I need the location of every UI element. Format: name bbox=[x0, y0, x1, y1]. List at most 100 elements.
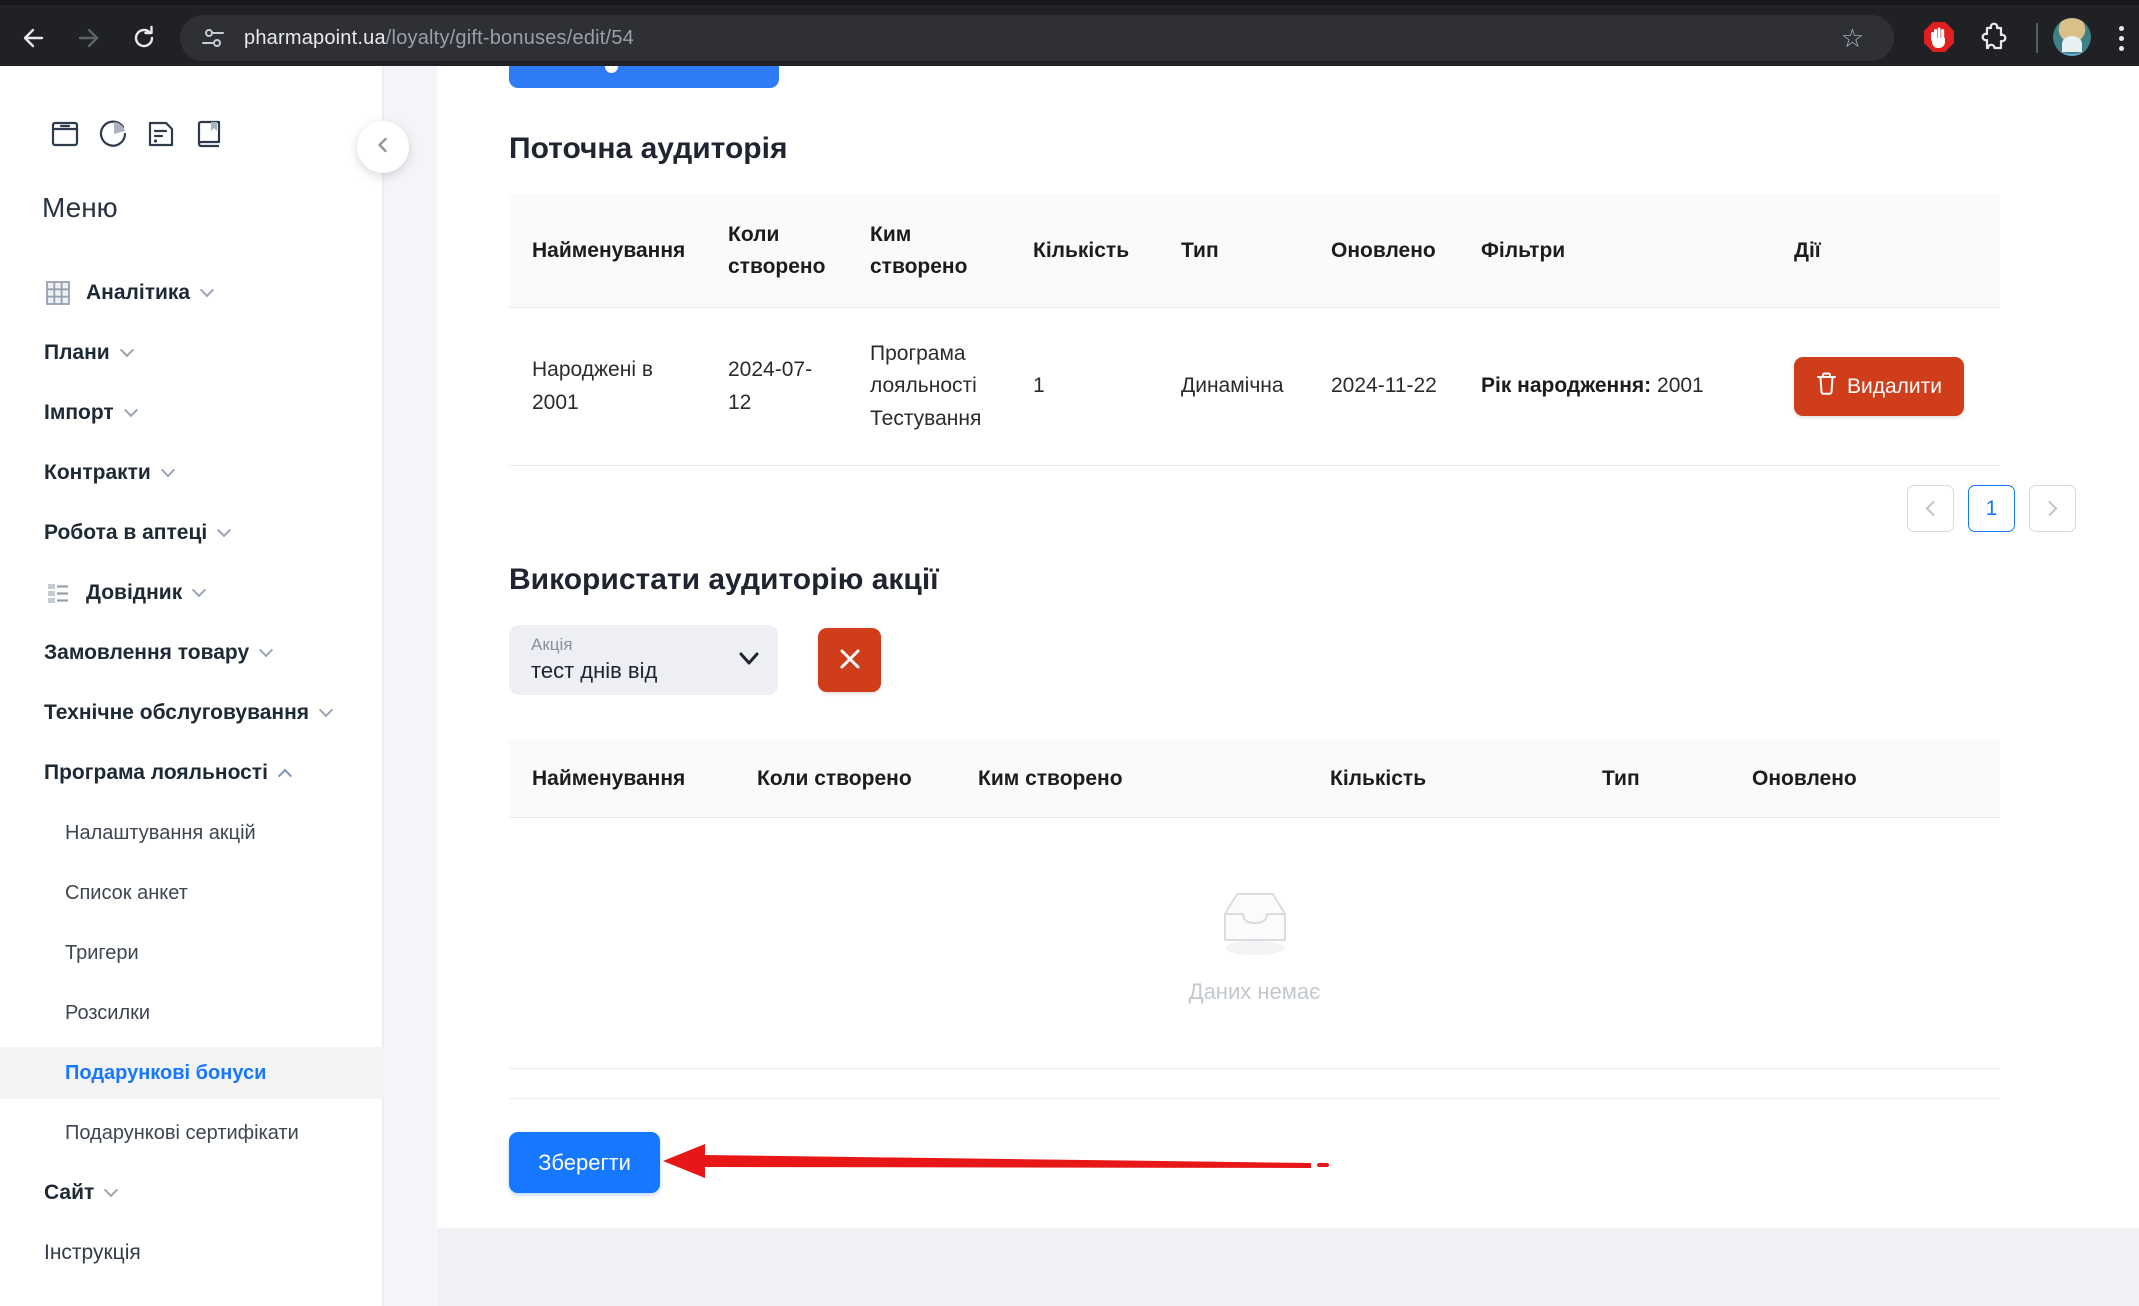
cell-created: 2024-07-12 bbox=[705, 354, 847, 419]
sidebar-gutter bbox=[384, 66, 437, 1306]
kebab-menu-icon[interactable] bbox=[2103, 18, 2139, 58]
sidebar-collapse-button[interactable] bbox=[357, 121, 409, 173]
use-promo-audience-title: Використати аудиторію акції bbox=[509, 563, 939, 597]
chevron-down-icon bbox=[319, 703, 333, 717]
col-type: Тип bbox=[1158, 235, 1308, 267]
sidebar-item-gift-bonuses[interactable]: Подарункові бонуси bbox=[0, 1047, 383, 1099]
sidebar: Меню Аналітика Плани Імпорт Контракти Ро… bbox=[0, 66, 383, 1306]
url-path: /loyalty/gift-bonuses/edit/54 bbox=[386, 27, 634, 49]
col-actions: Дії bbox=[1771, 235, 2000, 267]
pagination-prev-button[interactable] bbox=[1907, 485, 1954, 532]
url-text: pharmapoint.ua/loyalty/gift-bonuses/edit… bbox=[244, 27, 634, 50]
promo-select-value: тест днів від bbox=[531, 658, 657, 684]
document-icon[interactable] bbox=[143, 114, 178, 154]
delete-button[interactable]: Видалити bbox=[1794, 357, 1964, 416]
divider bbox=[509, 1098, 2000, 1099]
chevron-left-icon bbox=[1926, 501, 1942, 517]
button-icon-fragment bbox=[605, 66, 618, 73]
promo-select-label: Акція bbox=[531, 635, 573, 655]
promo-select[interactable]: Акція тест днів від bbox=[509, 625, 778, 695]
address-bar[interactable]: pharmapoint.ua/loyalty/gift-bonuses/edit… bbox=[180, 15, 1894, 61]
profile-avatar[interactable] bbox=[2053, 18, 2091, 56]
clear-promo-button[interactable] bbox=[818, 628, 881, 692]
grid-icon bbox=[44, 280, 71, 307]
extensions-puzzle-icon[interactable] bbox=[1977, 20, 2009, 57]
cell-name: Народжені в 2001 bbox=[509, 354, 705, 419]
sidebar-item-analytics[interactable]: Аналітика bbox=[0, 267, 383, 319]
sidebar-quick-icons bbox=[47, 114, 226, 154]
sidebar-item-mailings[interactable]: Розсилки bbox=[0, 987, 383, 1039]
table-header-row: Найменування Коли створено Ким створено … bbox=[509, 194, 2000, 308]
pagination-next-button[interactable] bbox=[2029, 485, 2076, 532]
list-icon bbox=[44, 580, 71, 607]
app-root: Меню Аналітика Плани Імпорт Контракти Ро… bbox=[0, 66, 2139, 1306]
sidebar-item-promo-settings[interactable]: Налаштування акцій bbox=[0, 807, 383, 859]
pagination: 1 bbox=[1907, 485, 2076, 532]
cell-type: Динамічна bbox=[1158, 370, 1308, 403]
save-button[interactable]: Зберегти bbox=[509, 1132, 660, 1193]
empty-table-body: Даних немає bbox=[509, 818, 2000, 1069]
pie-chart-icon[interactable] bbox=[95, 114, 130, 154]
browser-toolbar: pharmapoint.ua/loyalty/gift-bonuses/edit… bbox=[0, 0, 2139, 66]
col-count: Кількість bbox=[1307, 763, 1579, 795]
current-audience-title: Поточна аудиторія bbox=[509, 132, 787, 166]
sidebar-item-plans[interactable]: Плани bbox=[0, 327, 383, 379]
x-icon bbox=[838, 647, 862, 674]
sidebar-item-triggers[interactable]: Тригери bbox=[0, 927, 383, 979]
book-icon[interactable] bbox=[191, 114, 226, 154]
site-info-icon[interactable] bbox=[198, 23, 228, 53]
filter-value: 2001 bbox=[1657, 374, 1704, 397]
table-row: Народжені в 2001 2024-07-12 Програма лоя… bbox=[509, 308, 2000, 466]
chevron-down-icon bbox=[200, 283, 214, 297]
url-host: pharmapoint.ua bbox=[244, 27, 386, 49]
toolbar-divider bbox=[2036, 23, 2038, 53]
forward-icon[interactable] bbox=[68, 16, 112, 60]
empty-inbox-icon bbox=[1207, 882, 1303, 965]
chevron-down-icon bbox=[161, 463, 175, 477]
cell-filters: Рік народження: 2001 bbox=[1458, 370, 1771, 403]
sidebar-item-gift-certificates[interactable]: Подарункові сертифікати bbox=[0, 1107, 383, 1159]
sidebar-item-import[interactable]: Імпорт bbox=[0, 387, 383, 439]
chevron-down-icon bbox=[124, 403, 138, 417]
col-created: Коли створено bbox=[734, 763, 955, 795]
main-content: Поточна аудиторія Найменування Коли ство… bbox=[437, 66, 2139, 1228]
current-audience-table: Найменування Коли створено Ким створено … bbox=[509, 194, 2000, 466]
sidebar-item-loyalty-program[interactable]: Програма лояльності bbox=[0, 747, 383, 799]
col-name: Найменування bbox=[509, 235, 705, 267]
cut-off-primary-button[interactable] bbox=[509, 66, 779, 88]
chevron-left-icon bbox=[374, 136, 392, 159]
table-header-row: Найменування Коли створено Ким створено … bbox=[509, 740, 2000, 818]
col-count: Кількість bbox=[1010, 235, 1158, 267]
pagination-page-1[interactable]: 1 bbox=[1968, 485, 2015, 532]
cell-actions: Видалити bbox=[1771, 357, 2000, 416]
col-updated: Оновлено bbox=[1308, 235, 1458, 267]
chevron-down-icon bbox=[192, 583, 206, 597]
col-created-by: Ким створено bbox=[955, 763, 1307, 795]
cell-count: 1 bbox=[1010, 370, 1158, 403]
cell-updated: 2024-11-22 bbox=[1308, 370, 1458, 403]
filter-label: Рік народження: bbox=[1481, 374, 1651, 397]
sidebar-item-questionnaires[interactable]: Список анкет bbox=[0, 867, 383, 919]
sidebar-item-instruction[interactable]: Інструкція bbox=[0, 1227, 383, 1279]
col-filters: Фільтри bbox=[1458, 235, 1771, 267]
sidebar-item-site[interactable]: Сайт bbox=[0, 1167, 383, 1219]
cell-created-by: Програма лояльності Тестування bbox=[847, 338, 1010, 436]
chevron-down-icon bbox=[217, 523, 231, 537]
back-icon[interactable] bbox=[10, 16, 54, 60]
adblock-icon[interactable] bbox=[1922, 20, 1956, 54]
trash-icon bbox=[1816, 372, 1837, 401]
chevron-down-icon bbox=[738, 651, 760, 667]
archive-icon[interactable] bbox=[47, 114, 82, 154]
chevron-down-icon bbox=[104, 1183, 118, 1197]
chevron-down-icon bbox=[259, 643, 273, 657]
sidebar-item-pharmacy-work[interactable]: Робота в аптеці bbox=[0, 507, 383, 559]
col-created: Коли створено bbox=[705, 219, 847, 282]
chevron-right-icon bbox=[2042, 501, 2058, 517]
sidebar-item-goods-order[interactable]: Замовлення товару bbox=[0, 627, 383, 679]
sidebar-item-directory[interactable]: Довідник bbox=[0, 567, 383, 619]
bookmark-star-icon[interactable]: ☆ bbox=[1841, 23, 1864, 54]
col-updated: Оновлено bbox=[1729, 763, 2000, 795]
reload-icon[interactable] bbox=[122, 16, 166, 60]
sidebar-item-contracts[interactable]: Контракти bbox=[0, 447, 383, 499]
sidebar-item-maintenance[interactable]: Технічне обслуговування bbox=[0, 687, 383, 739]
